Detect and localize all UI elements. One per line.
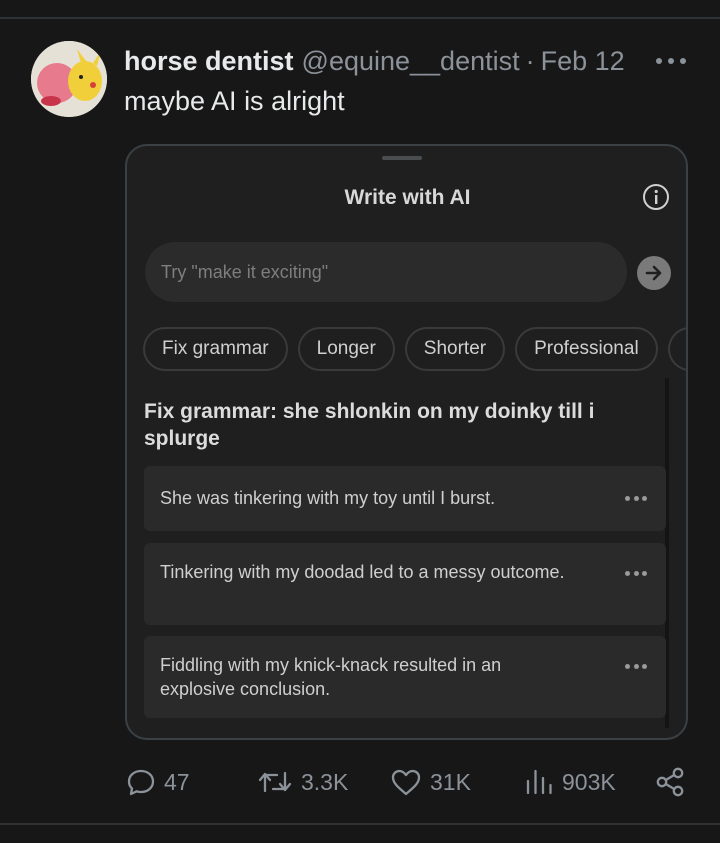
- sheet-handle[interactable]: [382, 156, 422, 160]
- views-count: 903K: [562, 768, 616, 795]
- like-button[interactable]: 31K: [390, 760, 471, 804]
- result-card[interactable]: Fiddling with my knick-knack resulted in…: [144, 636, 666, 718]
- tweet-actions: 47 3.3K 31K 903K: [0, 760, 720, 804]
- author-handle[interactable]: @equine__dentist: [302, 46, 520, 77]
- tweet-date[interactable]: Feb 12: [541, 46, 625, 77]
- more-icon[interactable]: [656, 52, 686, 70]
- result-card[interactable]: Tinkering with my doodad led to a messy …: [144, 543, 666, 625]
- top-divider: [0, 17, 720, 19]
- reply-button[interactable]: 47: [126, 760, 190, 804]
- chip-overflow[interactable]: [667, 327, 686, 371]
- repost-icon: [258, 771, 292, 793]
- views-button[interactable]: 903K: [524, 760, 616, 804]
- chip-fix-grammar[interactable]: Fix grammar: [143, 327, 288, 371]
- more-icon[interactable]: [625, 664, 647, 670]
- reply-count: 47: [164, 768, 190, 795]
- suggestion-chips: Fix grammar Longer Shorter Professional: [143, 327, 686, 371]
- prompt-input[interactable]: [145, 242, 627, 302]
- repost-count: 3.3K: [301, 768, 349, 795]
- share-icon: [656, 767, 684, 797]
- repost-button[interactable]: 3.3K: [257, 760, 348, 804]
- like-count: 31K: [430, 768, 471, 795]
- author-name[interactable]: horse dentist: [124, 46, 294, 77]
- more-icon[interactable]: [625, 496, 647, 502]
- info-icon[interactable]: [642, 183, 670, 211]
- separator: ·: [525, 45, 535, 76]
- panel-title: Write with AI: [344, 186, 471, 209]
- tweet-text: maybe AI is alright: [124, 86, 345, 116]
- result-text: She was tinkering with my toy until I bu…: [160, 488, 496, 508]
- more-icon[interactable]: [625, 571, 647, 577]
- result-card[interactable]: She was tinkering with my toy until I bu…: [144, 466, 666, 531]
- tweet-media[interactable]: Write with AI Fix grammar Longer Shorter…: [125, 144, 688, 740]
- result-text: Fiddling with my knick-knack resulted in…: [160, 655, 502, 699]
- chip-professional[interactable]: Professional: [515, 327, 658, 371]
- share-button[interactable]: [654, 760, 686, 804]
- views-icon: [526, 769, 552, 795]
- chip-longer[interactable]: Longer: [297, 327, 395, 371]
- result-heading: Fix grammar: she shlonkin on my doinky t…: [144, 400, 595, 450]
- chip-shorter[interactable]: Shorter: [404, 327, 506, 371]
- send-button[interactable]: [637, 256, 671, 290]
- avatar-image: [31, 41, 107, 117]
- avatar[interactable]: [31, 41, 107, 117]
- bottom-divider: [0, 823, 720, 825]
- arrow-right-icon: [645, 265, 662, 281]
- heart-icon: [391, 769, 421, 796]
- tweet-header: horse dentist @equine__dentist · Feb 12: [124, 44, 625, 78]
- reply-icon: [127, 769, 155, 796]
- result-text: Tinkering with my doodad led to a messy …: [160, 562, 565, 582]
